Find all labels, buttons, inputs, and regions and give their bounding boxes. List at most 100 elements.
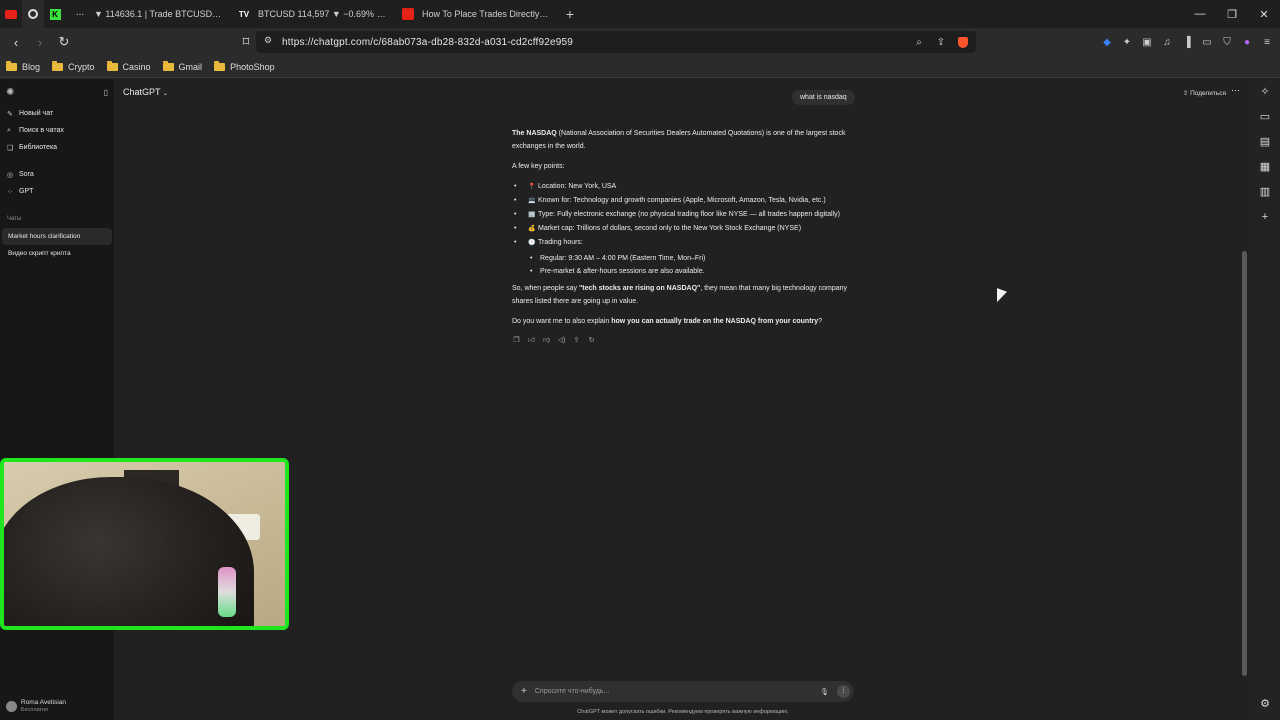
folder-icon xyxy=(6,60,17,71)
key-points-title: A few key points: xyxy=(512,163,565,170)
list-item: 🏢Type: Fully electronic exchange (no phy… xyxy=(512,208,862,222)
new-tab-button[interactable]: + xyxy=(558,6,582,22)
search-icon: ⌕ xyxy=(7,126,11,134)
folder-icon xyxy=(162,60,174,71)
list-item: 🕒Trading hours: xyxy=(512,236,862,250)
building-icon: 🏢 xyxy=(528,212,536,218)
key-points-list: 📍Location: New York, USA 💻Known for: Tec… xyxy=(512,180,862,250)
thumbs-down-icon[interactable]: 👎︎ xyxy=(542,336,551,345)
model-selector[interactable]: ChatGPT ⌄ xyxy=(123,87,168,97)
headphone-light xyxy=(218,567,236,617)
tab-youtube[interactable]: How To Place Trades Directly on Trad xyxy=(394,0,558,28)
user-message: what is nasdaq xyxy=(792,90,855,105)
sidebar-item-search[interactable]: ⌕ Поиск в чатах xyxy=(0,122,114,139)
pin-icon: 📍 xyxy=(528,184,536,190)
reload-icon[interactable]: ↻ xyxy=(54,32,74,52)
list-item: 📍Location: New York, USA xyxy=(512,180,862,194)
chevron-down-icon: ⌄ xyxy=(162,91,168,97)
add-attachment-icon[interactable]: + xyxy=(521,686,527,697)
bookmark-gmail[interactable]: Gmail xyxy=(162,60,202,72)
user-name: Roma Avetisian xyxy=(21,699,67,706)
composer-input[interactable]: Спросите что-нибудь... xyxy=(535,688,820,695)
sidebar-item-gpt[interactable]: ⁘ GPT xyxy=(0,183,114,200)
assistant-message: The NASDAQ (National Association of Secu… xyxy=(512,127,862,345)
reading-list-icon[interactable]: ▥ xyxy=(1250,179,1280,204)
scrollbar[interactable] xyxy=(1240,86,1248,686)
bookmark-casino[interactable]: Casino xyxy=(106,60,151,72)
message-actions: ❐ 👍︎ 👎︎ ◁) ⇪ ↻ xyxy=(512,336,862,345)
tab-label: BTCUSD 114,597 ▼ −0.69% Без назв xyxy=(258,9,386,19)
settings-icon[interactable]: ⚙ xyxy=(1250,691,1280,716)
thumbs-up-icon[interactable]: 👍︎ xyxy=(527,336,536,345)
bookmark-blog[interactable]: Blog xyxy=(6,60,40,72)
regenerate-icon[interactable]: ↻ xyxy=(587,336,596,345)
list-item: Pre-market & after-hours sessions are al… xyxy=(512,265,862,278)
read-aloud-icon[interactable]: ◁) xyxy=(557,336,566,345)
youtube-icon xyxy=(402,8,414,20)
voice-mode-icon[interactable]: ⁞ xyxy=(837,685,850,698)
disclaimer-text: ChatGPT может допускать ошибки. Рекоменд… xyxy=(577,709,789,715)
extensions-icon[interactable]: ✦ xyxy=(1120,32,1134,52)
vpn-icon[interactable]: ⛉ xyxy=(1220,32,1234,52)
copy-icon[interactable]: ❐ xyxy=(512,336,521,345)
scrollbar-thumb[interactable] xyxy=(1242,251,1247,676)
message-composer[interactable]: + Спросите что-нибудь... 🎙︎ ⁞ xyxy=(512,681,854,702)
extension-blue-icon[interactable]: ◆ xyxy=(1100,32,1114,52)
bookmark-photoshop[interactable]: PhotoShop xyxy=(214,60,275,72)
user-profile[interactable]: Roma Avetisian Бесплатно xyxy=(6,699,66,714)
webcam-overlay xyxy=(0,458,289,630)
site-settings-icon[interactable]: ⚙ xyxy=(264,35,272,46)
add-panel-icon[interactable]: + xyxy=(1250,204,1280,229)
kick-pinned-tab[interactable]: K xyxy=(44,0,66,28)
bybit-icon: ⋯ xyxy=(76,9,84,19)
microphone-icon[interactable]: 🎙︎ xyxy=(820,688,829,696)
share-page-icon[interactable]: ⇪ xyxy=(934,34,948,50)
chat-item[interactable]: Видео скрипт крипта xyxy=(2,245,112,262)
zoom-icon[interactable]: ⌕ xyxy=(912,34,926,50)
sidebar-item-sora[interactable]: ◎ Sora xyxy=(0,166,114,183)
sidebar-item-new-chat[interactable]: ✎ Новый чат xyxy=(0,105,114,122)
library-icon: ❏ xyxy=(7,144,14,152)
intro-paragraph: The NASDAQ (National Association of Secu… xyxy=(512,130,846,150)
sidebar-item-library[interactable]: ❏ Библиотека xyxy=(0,139,114,156)
tab-bybit[interactable]: ⋯ ▼ 114636.1 | Trade BTCUSDT | Bybit xyxy=(66,0,230,28)
bookmark-icon[interactable]: ⌑ xyxy=(236,32,256,52)
menu-icon[interactable]: ≡ xyxy=(1260,32,1274,52)
share-icon[interactable]: ⇪ xyxy=(572,336,581,345)
folder-icon xyxy=(52,60,64,71)
minimize-icon[interactable]: — xyxy=(1184,0,1216,28)
close-icon[interactable]: ✕ xyxy=(1248,0,1280,28)
laptop-icon: 💻 xyxy=(528,198,536,204)
leo-icon[interactable]: ● xyxy=(1240,32,1254,52)
share-button[interactable]: ⇪ Поделиться xyxy=(1183,89,1226,97)
screenshot-icon[interactable]: ▣ xyxy=(1140,32,1154,52)
wallet-icon[interactable]: ▤ xyxy=(1250,129,1280,154)
question-paragraph: Do you want me to also explain how you c… xyxy=(512,318,823,325)
tab-label: How To Place Trades Directly on Trad xyxy=(422,9,550,19)
more-options-icon[interactable]: ⋯ xyxy=(1231,85,1240,96)
media-icon[interactable]: ♫ xyxy=(1160,32,1174,52)
brave-shield-icon[interactable] xyxy=(956,34,970,50)
tabs-icon[interactable]: ▭ xyxy=(1250,104,1280,129)
wallet-icon[interactable]: ▭ xyxy=(1200,32,1214,52)
restore-icon[interactable]: ❐ xyxy=(1216,0,1248,28)
avatar xyxy=(6,701,17,712)
list-item: 💰Market cap: Trillions of dollars, secon… xyxy=(512,222,862,236)
forward-icon[interactable]: › xyxy=(30,32,50,52)
openai-logo-icon[interactable]: ✺ xyxy=(6,87,14,98)
youtube-pinned-tab[interactable] xyxy=(0,0,22,28)
back-icon[interactable]: ‹ xyxy=(6,32,26,52)
tab-tradingview[interactable]: TV BTCUSD 114,597 ▼ −0.69% Без назв xyxy=(230,0,394,28)
chat-item[interactable]: Market hours clarification xyxy=(2,228,112,245)
chatgpt-pinned-tab[interactable] xyxy=(22,0,44,28)
close-sidebar-icon[interactable]: ▯ xyxy=(104,88,108,97)
leo-ai-icon[interactable]: ✧ xyxy=(1250,79,1280,104)
bookmark-crypto[interactable]: Crypto xyxy=(52,60,95,72)
folder-icon xyxy=(214,60,226,71)
money-bag-icon: 💰 xyxy=(528,226,536,232)
bookmarks-panel-icon[interactable]: ▦ xyxy=(1250,154,1280,179)
url-bar[interactable]: ⚙ https://chatgpt.com/c/68ab073a-db28-83… xyxy=(256,31,976,53)
browser-side-rail: ✧ ▭ ▤ ▦ ▥ + ⚙ xyxy=(1250,79,1280,720)
gpt-icon: ⁘ xyxy=(7,188,13,196)
sidebar-toggle-icon[interactable]: ▐ xyxy=(1180,32,1194,52)
